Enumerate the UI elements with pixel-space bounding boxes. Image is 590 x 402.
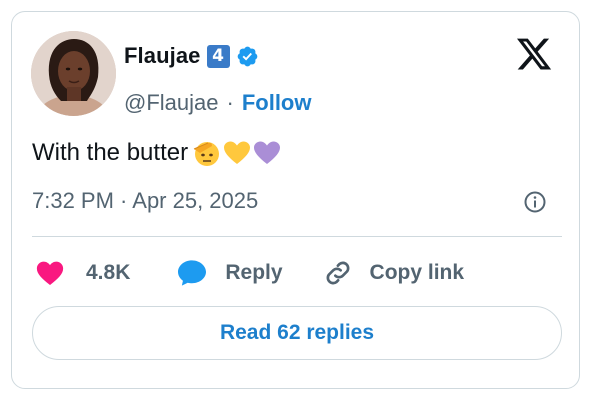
- tweet-text: With the butter: [32, 139, 189, 166]
- yellow-heart-icon: [224, 141, 251, 164]
- author-name[interactable]: Flaujae: [124, 43, 201, 69]
- handle-separator: ·: [226, 90, 234, 115]
- author-name-row: Flaujae 4: [124, 41, 259, 71]
- tweet-emojis: [190, 138, 282, 168]
- saluting-face-icon: [193, 142, 220, 166]
- tweet-timestamp[interactable]: 7:32 PM · Apr 25, 2025: [32, 188, 258, 214]
- purple-heart-icon: [254, 141, 281, 164]
- avatar[interactable]: [31, 31, 116, 116]
- follow-button[interactable]: Follow: [242, 90, 312, 116]
- action-bar: 4.8K Reply Copy link: [34, 256, 464, 290]
- tweet-text-row: With the butter: [32, 138, 282, 168]
- link-icon: [326, 261, 349, 285]
- verified-icon: [237, 46, 257, 66]
- heart-icon: [36, 261, 64, 285]
- info-icon[interactable]: [523, 190, 547, 214]
- number-badge: 4: [206, 44, 230, 68]
- x-logo-icon[interactable]: [515, 35, 553, 73]
- tweet-card: Flaujae 4 @Flaujae · Follow With the but…: [11, 11, 580, 389]
- read-replies-button[interactable]: Read 62 replies: [32, 306, 562, 360]
- divider: [32, 236, 562, 237]
- avatar-image: [31, 31, 116, 116]
- copy-link-button[interactable]: Copy link: [322, 257, 465, 289]
- like-count: 4.8K: [86, 261, 131, 284]
- reply-bubble-icon: [178, 260, 207, 286]
- reply-button[interactable]: Reply: [175, 257, 283, 289]
- reply-label: Reply: [225, 261, 283, 284]
- copy-link-label: Copy link: [369, 261, 465, 284]
- author-handle[interactable]: @Flaujae: [124, 90, 219, 116]
- author-handle-row: @Flaujae · Follow: [124, 89, 311, 117]
- like-button[interactable]: 4.8K: [34, 258, 130, 288]
